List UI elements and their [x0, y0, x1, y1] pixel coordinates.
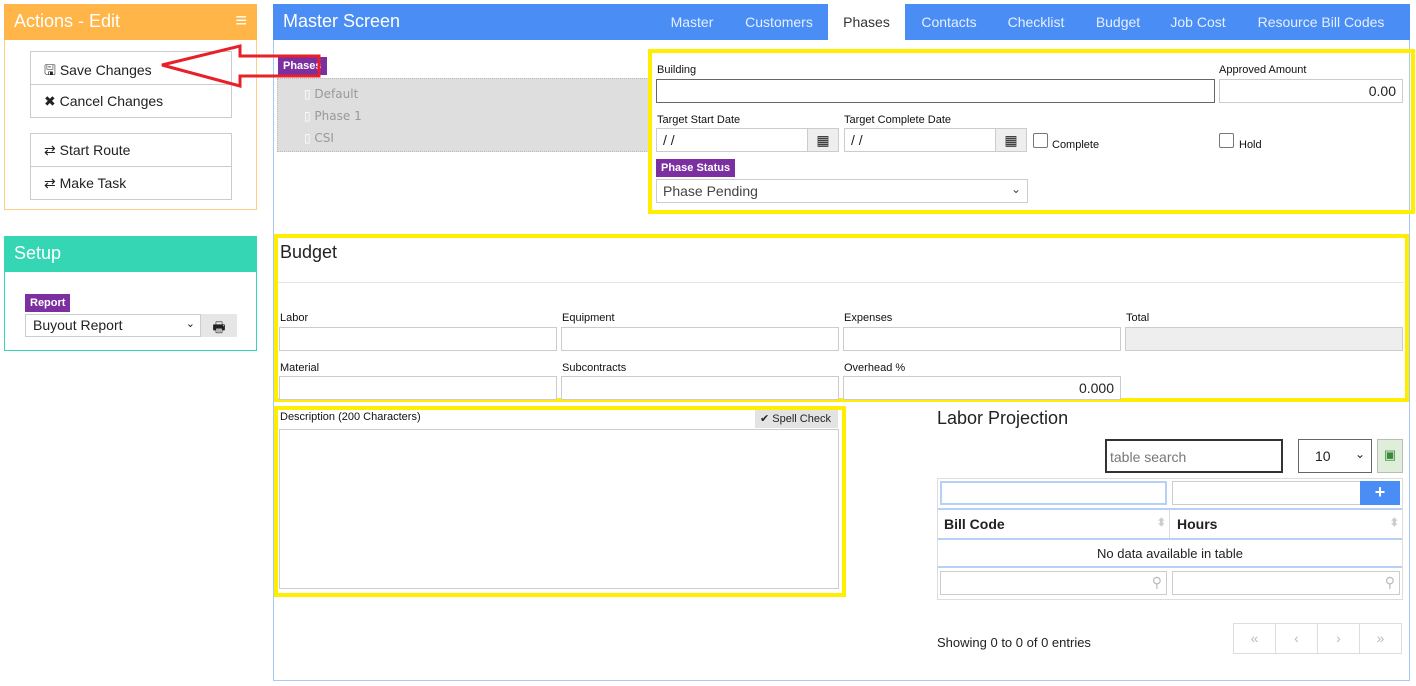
annotation-arrow [161, 44, 321, 88]
arrow-shape [161, 44, 321, 88]
